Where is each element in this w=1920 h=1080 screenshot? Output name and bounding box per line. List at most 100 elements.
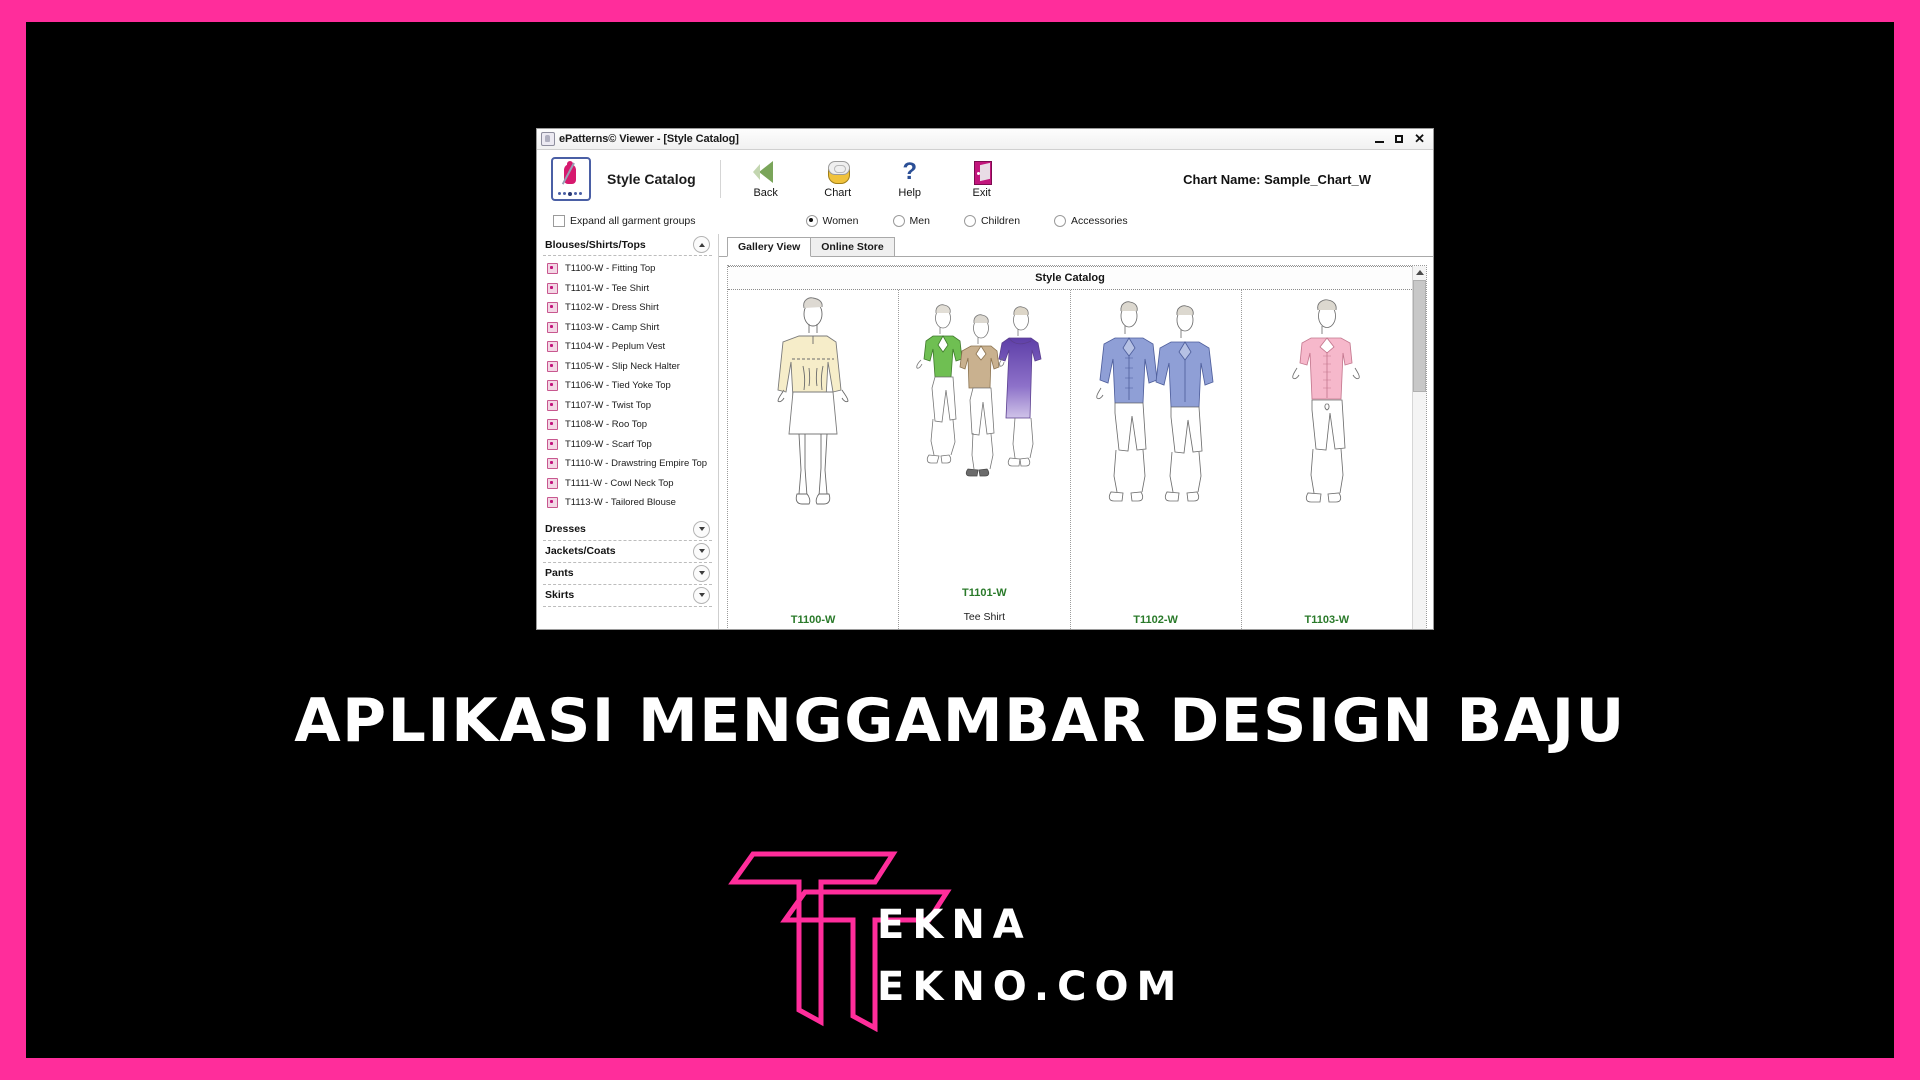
minimize-button[interactable] [1375,135,1384,143]
list-item[interactable]: T1108-W - Roo Top [543,415,712,435]
window-title: ePatterns© Viewer - [Style Catalog] [559,133,739,145]
figure-camp-shirt [1292,299,1360,503]
figure-dress-shirt-group [1095,301,1214,502]
list-item-label: T1106-W - Tied Yoke Top [565,380,671,392]
list-item[interactable]: T1105-W - Slip Neck Halter [543,357,712,377]
exit-button-label: Exit [972,187,991,199]
chevron-down-icon[interactable] [693,564,710,582]
sidebar-group-blouses-shirts-tops[interactable]: Blouses/Shirts/Tops [543,234,712,256]
style-card-name: Tee Shirt [963,611,1006,623]
toolbar-divider [719,160,721,198]
radio-button-icon [805,215,818,227]
sidebar-group-pants[interactable]: Pants [543,563,712,585]
style-card-code: T1101-W [962,587,1007,599]
poster-headline: APLIKASI MENGGAMBAR DESIGN BAJU [294,686,1626,756]
list-item-label: T1102-W - Dress Shirt [565,302,659,314]
radio-accessories-label: Accessories [1071,215,1128,227]
list-item[interactable]: T1106-W - Tied Yoke Top [543,376,712,396]
close-button[interactable]: ✕ [1414,132,1425,145]
style-card[interactable]: T1103-W [1242,290,1412,629]
pattern-icon [547,282,558,294]
brand-wordmark: EKNA EKNO.COM [877,894,1184,1018]
expand-all-checkbox[interactable]: Expand all garment groups [553,215,696,227]
sidebar-group-jackets-coats[interactable]: Jackets/Coats [543,541,712,563]
question-mark-icon: ? [902,158,918,185]
chevron-down-icon[interactable] [693,520,710,538]
list-item[interactable]: T1104-W - Peplum Vest [543,337,712,357]
poster-canvas: ePatterns© Viewer - [Style Catalog] ✕ St… [0,0,1920,1080]
list-item[interactable]: T1111-W - Cowl Neck Top [543,474,712,494]
help-button[interactable]: ? Help [887,158,933,200]
gallery-panel: Style Catalog T1100-W T1101-W Tee Shirt … [727,265,1427,629]
chart-name-label: Chart Name: Sample_Chart_W [1183,171,1371,187]
pattern-icon [547,419,558,431]
chart-button[interactable]: Chart [815,159,861,199]
back-arrow-icon [752,159,779,185]
style-card[interactable]: T1102-W [1071,290,1242,629]
radio-accessories[interactable]: Accessories [1054,215,1128,227]
pattern-icon [547,321,558,333]
pattern-icon [547,380,558,392]
croquis-illustration [728,296,898,614]
dress-form-logo-icon [551,157,591,201]
list-item-label: T1109-W - Scarf Top [565,438,652,450]
exit-door-icon [970,159,994,185]
list-item[interactable]: T1101-W - Tee Shirt [543,279,712,299]
pattern-icon [547,497,558,509]
sidebar-group-label: Skirts [545,589,575,601]
tab-gallery-view[interactable]: Gallery View [727,237,812,257]
figure-fitting-top [777,297,849,505]
list-item[interactable]: T1110-W - Drawstring Empire Top [543,454,712,474]
scroll-up-arrow-icon[interactable] [1413,266,1426,279]
list-item[interactable]: T1102-W - Dress Shirt [543,298,712,318]
maximize-button[interactable] [1395,135,1403,143]
app-toolbar: Style Catalog Back Chart ? Help Exit Cha… [537,150,1433,208]
app-icon [541,132,555,146]
poster-inner: ePatterns© Viewer - [Style Catalog] ✕ St… [26,22,1894,1058]
audience-radio-group: Women Men Children Accessories [805,215,1128,227]
list-item-label: T1111-W - Cowl Neck Top [565,477,674,489]
garment-group-sidebar[interactable]: Blouses/Shirts/Tops T1100-W - Fitting To… [537,234,719,629]
view-tabs: Gallery View Online Store [719,234,1433,257]
exit-button[interactable]: Exit [959,159,1005,199]
style-card[interactable]: T1100-W [728,290,900,629]
list-item[interactable]: T1113-W - Tailored Blouse [543,493,712,513]
list-item[interactable]: T1107-W - Twist Top [543,396,712,416]
brand-line-1: EKNA [877,902,1032,948]
list-item-label: T1100-W - Fitting Top [565,263,656,275]
style-card-code: T1102-W [1133,614,1178,626]
style-card-grid: T1100-W T1101-W Tee Shirt T1102-W T1103-… [728,290,1412,629]
tab-online-store[interactable]: Online Store [810,237,895,256]
style-list: T1100-W - Fitting Top T1101-W - Tee Shir… [543,256,712,513]
sidebar-group-skirts[interactable]: Skirts [543,585,712,607]
pattern-icon [547,341,558,353]
list-item-label: T1101-W - Tee Shirt [565,282,650,294]
sidebar-group-dresses[interactable]: Dresses [543,519,712,541]
radio-button-icon [963,215,976,227]
radio-women[interactable]: Women [805,215,859,227]
sidebar-group-label: Pants [545,567,574,579]
croquis-illustration [899,296,1069,587]
croquis-illustration [1242,296,1412,614]
list-item[interactable]: T1100-W - Fitting Top [543,259,712,279]
pattern-icon [547,360,558,372]
window-titlebar: ePatterns© Viewer - [Style Catalog] ✕ [537,129,1433,150]
pattern-icon [547,477,558,489]
scrollbar-thumb[interactable] [1413,280,1426,392]
radio-men[interactable]: Men [892,215,930,227]
chevron-down-icon[interactable] [693,542,710,560]
chevron-up-icon[interactable] [693,236,710,253]
list-item[interactable]: T1109-W - Scarf Top [543,435,712,455]
pattern-icon [547,302,558,314]
gallery-title: Style Catalog [728,266,1412,290]
brand-line-2: EKNO.COM [877,964,1185,1010]
style-card[interactable]: T1101-W Tee Shirt [899,290,1071,629]
list-item-label: T1108-W - Roo Top [565,419,648,431]
chevron-down-icon[interactable] [693,586,710,604]
list-item[interactable]: T1103-W - Camp Shirt [543,318,712,338]
back-button[interactable]: Back [743,159,789,199]
sidebar-group-label: Dresses [545,523,586,535]
window-body: Blouses/Shirts/Tops T1100-W - Fitting To… [537,234,1433,629]
gallery-vertical-scrollbar[interactable] [1412,266,1426,629]
radio-children[interactable]: Children [963,215,1020,227]
